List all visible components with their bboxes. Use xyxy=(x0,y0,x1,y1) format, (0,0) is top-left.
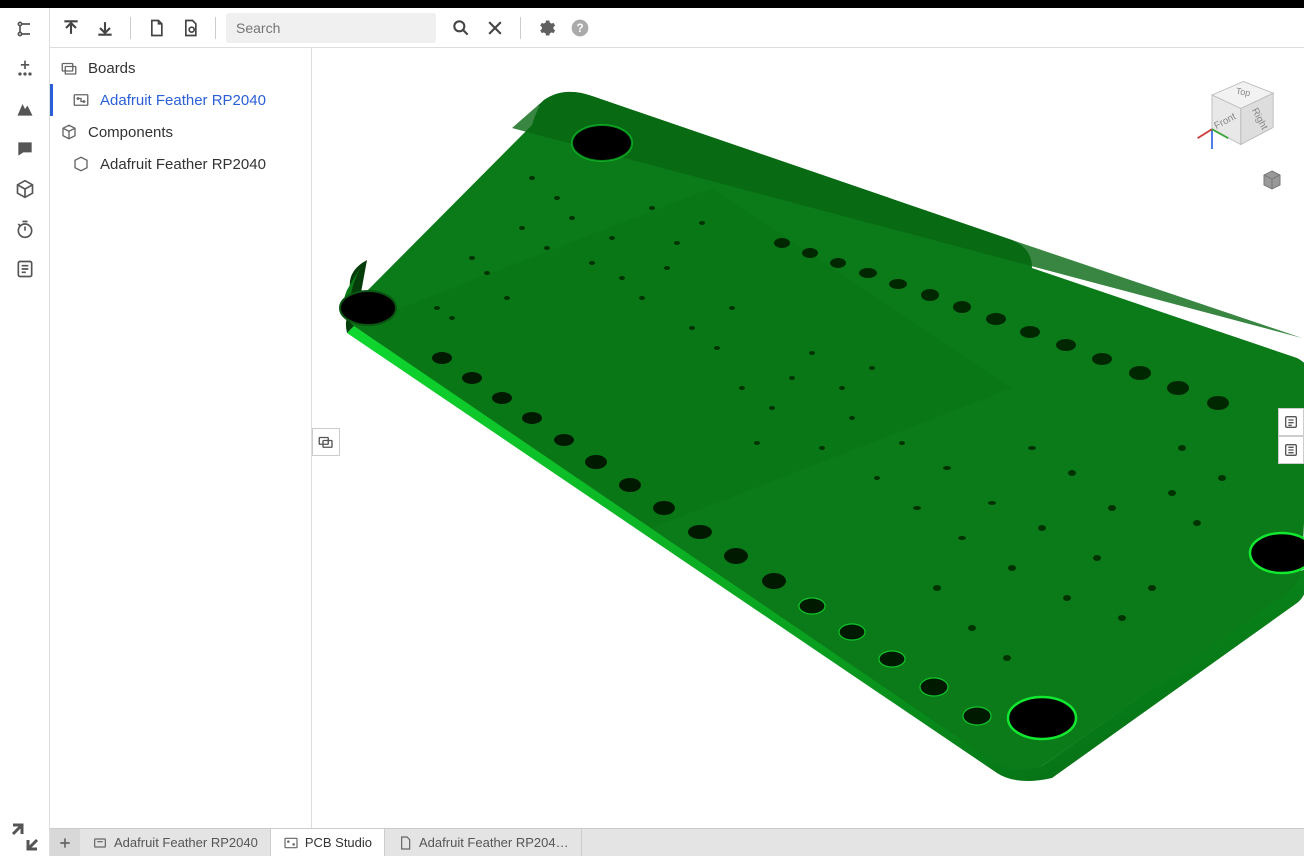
close-icon[interactable] xyxy=(480,13,510,43)
document-settings-icon[interactable] xyxy=(175,13,205,43)
add-feature-icon[interactable] xyxy=(7,54,43,84)
feature-tree-icon[interactable] xyxy=(7,14,43,44)
right-panel-button-1[interactable] xyxy=(1278,408,1304,436)
search-input[interactable] xyxy=(236,20,426,36)
tree-label: Components xyxy=(88,124,173,141)
tab-label: Adafruit Feather RP2040 xyxy=(114,835,258,850)
right-panel-button-2[interactable] xyxy=(1278,436,1304,464)
timer-icon[interactable] xyxy=(7,214,43,244)
tab-item[interactable]: Adafruit Feather RP204… xyxy=(385,829,582,856)
3d-viewport[interactable]: Front Right Top xyxy=(312,48,1304,828)
tree-label: Adafruit Feather RP2040 xyxy=(100,92,266,109)
toolbar-divider xyxy=(520,17,521,39)
tree-panel: Boards Adafruit Feather RP2040 Component… xyxy=(50,48,312,828)
search-box xyxy=(226,13,436,43)
checklist-icon[interactable] xyxy=(7,254,43,284)
panel-toggle-button[interactable] xyxy=(312,428,340,456)
left-sidebar xyxy=(0,8,50,856)
view-cube[interactable]: Front Right Top xyxy=(1194,68,1284,158)
gear-icon[interactable] xyxy=(531,13,561,43)
tree-section-boards[interactable]: Boards xyxy=(50,52,311,84)
sketch-icon[interactable] xyxy=(7,94,43,124)
toolbar-divider xyxy=(130,17,131,39)
search-icon[interactable] xyxy=(446,13,476,43)
pcb-board-icon xyxy=(72,91,90,109)
help-icon[interactable]: ? xyxy=(565,13,595,43)
tree-item-component[interactable]: Adafruit Feather RP2040 xyxy=(50,148,311,180)
download-icon[interactable] xyxy=(90,13,120,43)
package-icon[interactable] xyxy=(7,174,43,204)
components-icon xyxy=(60,123,78,141)
bottom-tab-bar: Adafruit Feather RP2040 PCB Studio Adafr… xyxy=(50,828,1304,856)
tree-label: Boards xyxy=(88,60,136,77)
part-icon xyxy=(92,835,108,851)
document-icon[interactable] xyxy=(141,13,171,43)
upload-icon[interactable] xyxy=(56,13,86,43)
comment-icon[interactable] xyxy=(7,134,43,164)
top-toolbar: ? xyxy=(50,8,1304,48)
component-icon xyxy=(72,155,90,173)
tab-item[interactable]: Adafruit Feather RP2040 xyxy=(80,829,271,856)
tab-label: Adafruit Feather RP204… xyxy=(419,835,569,850)
tab-item-active[interactable]: PCB Studio xyxy=(271,828,385,856)
title-bar xyxy=(0,0,1304,8)
svg-text:?: ? xyxy=(576,22,583,35)
collapse-icon[interactable] xyxy=(7,822,43,852)
tree-item-board[interactable]: Adafruit Feather RP2040 xyxy=(50,84,311,116)
tree-section-components[interactable]: Components xyxy=(50,116,311,148)
tree-label: Adafruit Feather RP2040 xyxy=(100,156,266,173)
toolbar-divider xyxy=(215,17,216,39)
tab-label: PCB Studio xyxy=(305,835,372,850)
document-icon xyxy=(397,835,413,851)
boards-icon xyxy=(60,59,78,77)
view-cube-small-icon[interactable] xyxy=(1260,168,1284,192)
add-tab-button[interactable] xyxy=(50,829,80,856)
pcb-studio-icon xyxy=(283,835,299,851)
pcb-board-render xyxy=(312,48,1304,828)
